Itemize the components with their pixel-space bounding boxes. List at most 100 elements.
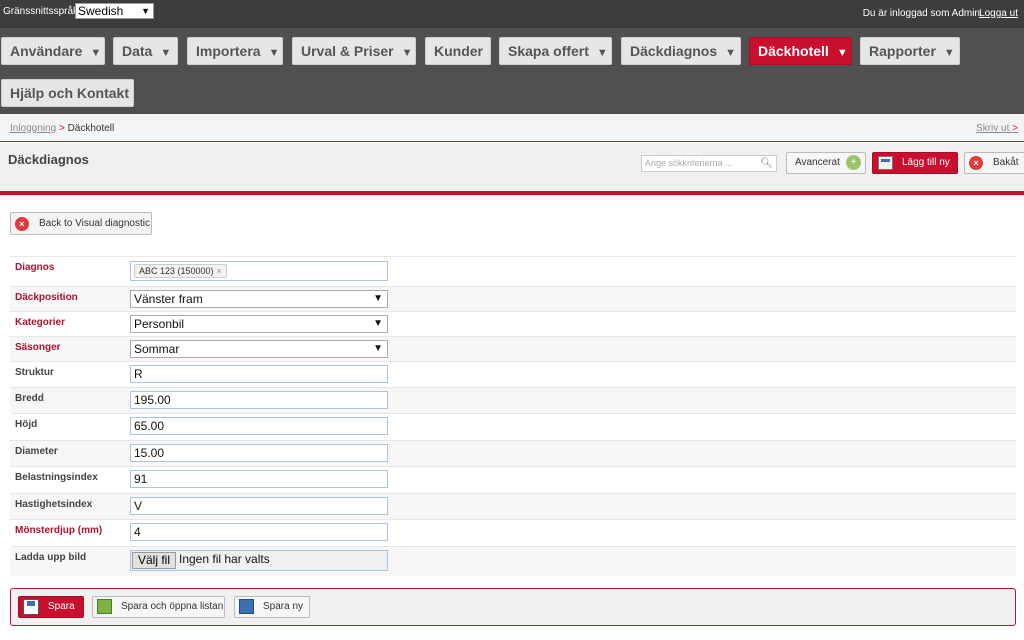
language-select[interactable]: Swedish ▼ (75, 3, 154, 19)
back-label: Bakåt (993, 157, 1019, 168)
form-row-hojd: Höjd 65.00 (10, 413, 1016, 440)
hojd-label: Höjd (15, 419, 38, 430)
breadcrumb-root-link[interactable]: Inloggning (10, 123, 56, 134)
sasonger-value: Sommar (134, 342, 180, 356)
sasonger-label: Säsonger (15, 342, 61, 353)
nav-item-label: Däckdiagnos (630, 43, 718, 59)
diagnos-label: Diagnos (15, 262, 55, 273)
sasonger-select[interactable]: Sommar ▼ (130, 340, 388, 358)
back-button[interactable]: × Bakåt (964, 152, 1024, 174)
form-row-struktur: Struktur R (10, 361, 1016, 387)
logout-link[interactable]: Logga ut (979, 8, 1018, 19)
kategorier-label: Kategorier (15, 317, 66, 328)
language-value: Swedish (78, 4, 124, 18)
bredd-input[interactable]: 195.00 (130, 391, 388, 409)
chevron-down-icon: ▼ (160, 47, 172, 59)
diagnos-token: ABC 123 (150000) × (134, 264, 227, 278)
add-new-button[interactable]: Lägg till ny (872, 152, 958, 174)
save-label: Spara (48, 601, 75, 612)
nav-item-label: Rapporter (869, 43, 936, 59)
kategorier-select[interactable]: Personbil ▼ (130, 315, 388, 333)
chevron-down-icon: ▼ (141, 6, 150, 16)
form-row-diagnos: Diagnos ABC 123 (150000) × (10, 256, 1016, 286)
monsterdjup-label: Mönsterdjup (mm) (15, 525, 103, 536)
advanced-label: Avancerat (795, 157, 840, 168)
nav-item-label: Urval & Priser (301, 43, 394, 59)
nav-item-tire-hotel[interactable]: Däckhotell ▼ (749, 37, 852, 65)
chevron-down-icon: ▼ (596, 47, 608, 59)
form-row-sasonger: Säsonger Sommar ▼ (10, 336, 1016, 361)
main-nav: Användare ▼ Data ▼ Importera ▼ Urval & Pris… (0, 28, 1024, 114)
nav-item-label: Skapa offert (508, 43, 589, 59)
page-title: Däckdiagnos (8, 152, 89, 167)
search-input[interactable]: Ange sökkriterierna ... 🔍︎ (641, 155, 777, 172)
hastighetsindex-label: Hastighetsindex (15, 499, 93, 510)
add-icon (878, 156, 893, 170)
print-label: Skriv ut (976, 123, 1010, 134)
chevron-down-icon: ▼ (725, 47, 737, 59)
hojd-input[interactable]: 65.00 (130, 417, 388, 435)
nav-item-selection-prices[interactable]: Urval & Priser ▼ (292, 37, 416, 65)
advanced-search-button[interactable]: Avancerat + (786, 152, 866, 174)
struktur-label: Struktur (15, 367, 54, 378)
nav-item-label: Kunder (434, 43, 483, 59)
nav-item-customers[interactable]: Kunder (425, 37, 491, 65)
close-icon: × (969, 156, 983, 170)
save-button[interactable]: Spara (18, 596, 84, 618)
choose-file-button[interactable]: Välj fil (132, 552, 177, 569)
back-to-visual-label: Back to Visual diagnostic (39, 218, 150, 229)
form-row-hastighetsindex: Hastighetsindex V (10, 493, 1016, 519)
monsterdjup-input[interactable]: 4 (130, 523, 388, 541)
upload-field: Välj fil Ingen fil har valts (130, 550, 388, 571)
diameter-input[interactable]: 15.00 (130, 444, 388, 462)
search-placeholder: Ange sökkriterierna ... (645, 158, 733, 168)
bredd-label: Bredd (15, 393, 44, 404)
nav-item-import[interactable]: Importera ▼ (187, 37, 283, 65)
belastningsindex-input[interactable]: 91 (130, 470, 388, 488)
new-icon (239, 599, 254, 614)
form-row-monsterdjup: Mönsterdjup (mm) 4 (10, 519, 1016, 546)
breadcrumb: Inloggning > Däckhotell (10, 123, 114, 134)
diameter-label: Diameter (15, 446, 58, 457)
form-row-belastningsindex: Belastningsindex 91 (10, 466, 1016, 493)
close-icon[interactable]: × (217, 266, 222, 276)
nav-item-data[interactable]: Data ▼ (113, 37, 178, 65)
nav-item-help-contact[interactable]: Hjälp och Kontakt (1, 79, 134, 107)
nav-item-users[interactable]: Användare ▼ (1, 37, 105, 65)
search-icon: 🔍︎ (760, 158, 773, 169)
nav-item-label: Data (122, 43, 153, 59)
print-arrow-icon: > (1012, 123, 1018, 134)
back-to-visual-button[interactable]: × Back to Visual diagnostic (10, 212, 152, 235)
dackposition-value: Vänster fram (134, 292, 203, 306)
list-icon (97, 599, 112, 614)
chevron-down-icon: ▼ (401, 47, 413, 59)
chevron-down-icon: ▼ (373, 343, 383, 354)
save-new-button[interactable]: Spara ny (234, 596, 310, 618)
close-icon: × (15, 217, 29, 231)
upload-label: Ladda upp bild (15, 552, 87, 563)
form-row-diameter: Diameter 15.00 (10, 440, 1016, 466)
hastighetsindex-input[interactable]: V (130, 497, 388, 515)
chevron-down-icon: ▼ (373, 318, 383, 329)
struktur-input[interactable]: R (130, 365, 388, 383)
header-divider (0, 191, 1024, 195)
top-bar: Gränssnittsspråk Swedish ▼ Du är inlogga… (0, 0, 1024, 28)
diagnos-field[interactable]: ABC 123 (150000) × (130, 261, 388, 281)
dackposition-select[interactable]: Vänster fram ▼ (130, 290, 388, 308)
save-new-label: Spara ny (263, 601, 304, 612)
breadcrumb-separator: > (58, 123, 65, 134)
logged-in-text: Du är inloggad som Admin (862, 8, 980, 19)
dackposition-label: Däckposition (15, 292, 78, 303)
nav-item-reports[interactable]: Rapporter ▼ (860, 37, 960, 65)
save-and-open-list-button[interactable]: Spara och öppna listan (92, 596, 225, 618)
belastningsindex-label: Belastningsindex (15, 472, 98, 483)
chevron-down-icon: ▼ (90, 47, 102, 59)
print-link[interactable]: Skriv ut > (976, 123, 1018, 134)
chevron-down-icon: ▼ (836, 47, 848, 59)
language-label: Gränssnittsspråk (3, 6, 79, 17)
nav-item-create-quote[interactable]: Skapa offert ▼ (499, 37, 612, 65)
kategorier-value: Personbil (134, 317, 185, 331)
nav-item-label: Användare (10, 43, 83, 59)
nav-item-tire-diagnosis[interactable]: Däckdiagnos ▼ (621, 37, 741, 65)
add-label: Lägg till ny (902, 157, 950, 168)
